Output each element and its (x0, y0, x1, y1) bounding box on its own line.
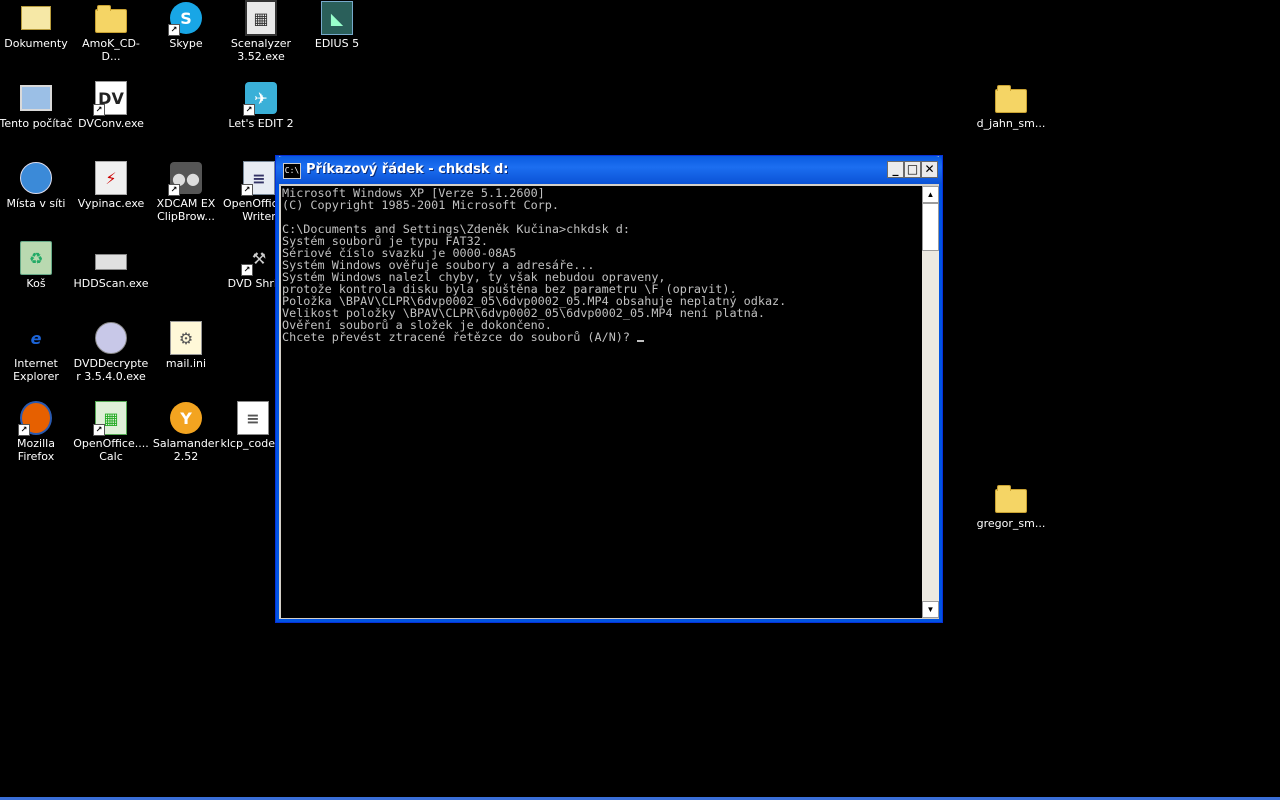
desktop-icon-label: Dokumenty (4, 37, 68, 50)
firefox-icon: ↗ (18, 401, 52, 436)
desktop-icon-mozilla-firefox[interactable]: ↗ Mozilla Firefox (0, 401, 74, 463)
desktop-icon-label: mail.ini (165, 357, 207, 370)
close-button[interactable]: ✕ (921, 161, 938, 178)
desktop-icon-internet-explorer[interactable]: e Internet Explorer (0, 322, 74, 384)
desktop-icon-label: gregor_sm... (976, 517, 1046, 530)
console-output[interactable]: Microsoft Windows XP [Verze 5.1.2600] (C… (281, 186, 922, 618)
writer-icon: ≡ ↗ (241, 161, 275, 196)
film-icon: ▦ (245, 0, 277, 36)
desktop-icon-lets-edit[interactable]: ✈ ↗ Let's EDIT 2 (223, 82, 299, 130)
calc-icon: ▦ ↗ (93, 401, 127, 436)
desktop-icon-amok-cd[interactable]: AmoK_CD-D... (73, 2, 149, 63)
window-title: Příkazový řádek - chkdsk d: (306, 162, 509, 177)
desktop-icon-d-jahn[interactable]: d_jahn_sm... (973, 82, 1049, 130)
desktop-icon-label: Koš (26, 277, 46, 290)
desktop-icon-tento-pocitac[interactable]: Tento počítač (0, 82, 74, 130)
desktop-icon-label: DVConv.exe (78, 117, 144, 130)
desktop-icon-openoffice-calc[interactable]: ▦ ↗ OpenOffice.... Calc (73, 401, 149, 463)
letsedit-icon: ✈ ↗ (243, 82, 277, 116)
desktop-icon-label: Místa v síti (6, 197, 66, 210)
desktop-icon-xdcam[interactable]: ●● ↗ XDCAM EX ClipBrow... (148, 162, 224, 223)
desktop-icon-label: Internet Explorer (13, 357, 59, 383)
dv-icon: DV ↗ (93, 81, 127, 116)
text-file-icon: ≡ (237, 401, 269, 435)
desktop-icon-kos[interactable]: ♻ Koš (0, 241, 74, 290)
skype-icon: S ↗ (168, 2, 202, 36)
desktop-icon-label: AmoK_CD-D... (82, 37, 140, 63)
desktop-icon-label: d_jahn_sm... (976, 117, 1046, 130)
desktop-icon-label: XDCAM EX ClipBrow... (156, 197, 216, 223)
folder-icon (95, 2, 127, 34)
desktop-icon-label: Mozilla Firefox (17, 437, 55, 463)
dvd-shrink-icon: ⚒ ↗ (241, 242, 275, 276)
desktop-icon-dvconv[interactable]: DV ↗ DVConv.exe (73, 81, 149, 130)
internet-explorer-icon: e (30, 328, 42, 348)
desktop-icon-salamander[interactable]: Y Salamander 2.52 (148, 402, 224, 463)
folder-icon (995, 482, 1027, 514)
network-icon (20, 162, 52, 194)
minimize-button[interactable]: _ (887, 161, 904, 178)
desktop-icon-label: DVDDecrypter 3.5.4.0.exe (73, 357, 149, 383)
desktop-icon-edius[interactable]: ◣ EDIUS 5 (299, 1, 375, 50)
desktop-icon-label: Skype (169, 37, 203, 50)
xdcam-icon: ●● ↗ (168, 162, 202, 196)
desktop-icon-mail-ini[interactable]: ⚙ mail.ini (148, 321, 224, 370)
console-text: Microsoft Windows XP [Verze 5.1.2600] (C… (282, 186, 787, 344)
command-prompt-icon[interactable]: C:\ (283, 163, 301, 179)
computer-icon (20, 82, 52, 114)
desktop-icon-mista-v-siti[interactable]: Místa v síti (0, 162, 74, 210)
desktop-icon-scenalyzer[interactable]: ▦ Scenalyzer 3.52.exe (223, 0, 299, 63)
desktop-icon-dokumenty[interactable]: Dokumenty (0, 2, 74, 50)
scrollbar-thumb[interactable] (922, 203, 939, 251)
documents-icon (20, 2, 52, 34)
ini-file-icon: ⚙ (170, 321, 202, 355)
scroll-up-arrow-icon[interactable]: ▲ (922, 186, 939, 203)
maximize-button[interactable]: □ (904, 161, 921, 178)
desktop-icon-label: EDIUS 5 (314, 37, 360, 50)
desktop-icon-label: OpenOffice.... Calc (73, 437, 149, 463)
title-bar[interactable]: C:\ Příkazový řádek - chkdsk d: _ □ ✕ (276, 156, 942, 184)
edius-icon: ◣ (321, 1, 353, 35)
desktop-icon-label: Vypinac.exe (77, 197, 145, 210)
scroll-down-arrow-icon[interactable]: ▼ (922, 601, 939, 618)
monitor-icon: ⚡ (95, 161, 127, 195)
vertical-scrollbar[interactable]: ▲ ▼ (922, 186, 939, 618)
desktop-icon-hddscan[interactable]: HDDScan.exe (73, 242, 149, 290)
desktop-icon-dvddecrypter[interactable]: DVDDecrypter 3.5.4.0.exe (73, 322, 149, 383)
desktop-icon-vypinac[interactable]: ⚡ Vypinac.exe (73, 161, 149, 210)
command-prompt-window[interactable]: C:\ Příkazový řádek - chkdsk d: _ □ ✕ Mi… (275, 155, 943, 623)
desktop-icon-label: Tento počítač (0, 117, 73, 130)
desktop-icon-label: Scenalyzer 3.52.exe (230, 37, 292, 63)
dvd-icon (95, 322, 127, 354)
folder-icon (995, 82, 1027, 114)
hdd-icon (95, 242, 127, 274)
desktop-icon-skype[interactable]: S ↗ Skype (148, 2, 224, 50)
recycle-bin-icon: ♻ (20, 241, 52, 275)
desktop-icon-label: Salamander 2.52 (152, 437, 220, 463)
desktop-icon-label: HDDScan.exe (73, 277, 149, 290)
salamander-icon: Y (170, 402, 202, 434)
desktop-icon-label: Let's EDIT 2 (228, 117, 294, 130)
desktop-icon-gregor[interactable]: gregor_sm... (973, 482, 1049, 530)
text-cursor (637, 340, 645, 342)
